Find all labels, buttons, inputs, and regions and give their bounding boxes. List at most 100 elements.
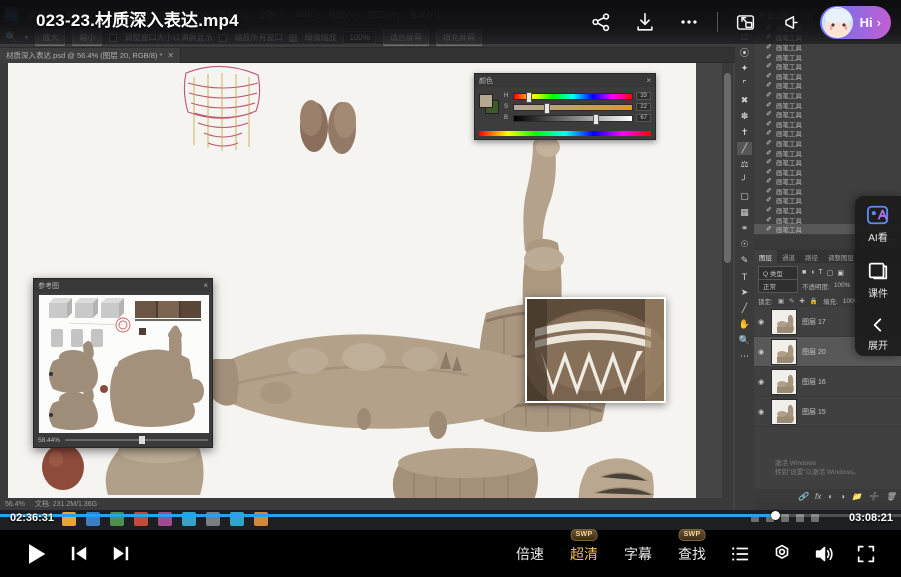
pip-button[interactable] (724, 0, 768, 44)
clone-stamp-tool-icon[interactable]: ⚖ (737, 158, 752, 171)
dodge-tool-icon[interactable]: ☉ (737, 238, 752, 251)
opacity-value[interactable]: 100% (834, 282, 851, 289)
path-select-tool-icon[interactable]: ➤ (737, 286, 752, 299)
fullscreen-button[interactable] (845, 530, 887, 577)
subtitle-button[interactable]: 字幕 (611, 544, 665, 564)
saturation-track[interactable] (513, 104, 633, 111)
hand-tool-icon[interactable]: ✋ (737, 318, 752, 331)
history-item[interactable]: ✐画笔工具 (754, 129, 901, 139)
shape-tool-icon[interactable]: ╱ (737, 302, 752, 315)
lock-image-icon[interactable]: ✎ (789, 297, 794, 305)
cast-button[interactable] (768, 0, 812, 44)
more-button[interactable] (667, 0, 711, 44)
play-button[interactable] (22, 540, 50, 568)
share-button[interactable] (579, 0, 623, 44)
progress-bar-area[interactable] (0, 510, 901, 530)
history-item[interactable]: ✐画笔工具 (754, 148, 901, 158)
layer-visibility-icon[interactable]: ◉ (758, 378, 766, 386)
blur-tool-icon[interactable]: ⚭ (737, 222, 752, 235)
previous-episode-button[interactable] (68, 542, 91, 565)
history-item[interactable]: ✐画笔工具 (754, 90, 901, 100)
layer-filter-kind[interactable]: Q 类型 (758, 266, 798, 280)
ai-watch-button[interactable]: AI看 (866, 204, 890, 244)
tab-layers[interactable]: 图层 (754, 250, 777, 263)
statusbar-zoom[interactable]: 56.4% (5, 501, 25, 508)
brightness-value[interactable]: 67 (636, 114, 651, 122)
close-icon[interactable]: × (646, 76, 651, 85)
gradient-tool-icon[interactable]: ▦ (737, 206, 752, 219)
layer-style-icon[interactable]: fx (815, 492, 821, 501)
delete-layer-icon[interactable]: 🗑 (886, 492, 896, 501)
adjustment-layer-icon[interactable]: ◑ (840, 492, 845, 501)
healing-brush-tool-icon[interactable]: ✝ (737, 126, 752, 139)
canvas-vertical-scrollbar[interactable] (722, 63, 733, 510)
lock-position-icon[interactable]: ✚ (799, 297, 804, 305)
lock-transparent-icon[interactable]: ▣ (778, 297, 784, 305)
layer-thumbnail[interactable] (771, 369, 797, 395)
history-item[interactable]: ✐画笔工具 (754, 177, 901, 187)
brush-tool-icon[interactable]: ╱ (737, 142, 752, 155)
document-tab[interactable]: 材质深入表达.psd @ 56.4% (图层 20, RGB/8) * ✕ (0, 48, 181, 63)
eraser-tool-icon[interactable]: ▢ (737, 190, 752, 203)
history-item[interactable]: ✐画笔工具 (754, 157, 901, 167)
history-item[interactable]: ✐画笔工具 (754, 100, 901, 110)
quick-select-tool-icon[interactable]: ✦ (737, 62, 752, 75)
layer-row[interactable]: ◉图层 16 (754, 367, 901, 397)
layer-thumbnail[interactable] (771, 399, 797, 425)
layer-thumbnail[interactable] (771, 339, 797, 365)
reference-window[interactable]: 参考图 × (33, 278, 213, 448)
download-button[interactable] (623, 0, 667, 44)
tab-adjustments[interactable]: 调整图层 (823, 252, 859, 262)
reference-zoom-handle[interactable] (139, 436, 145, 444)
pen-tool-icon[interactable]: ✎ (737, 254, 752, 267)
history-item[interactable]: ✐画笔工具 (754, 71, 901, 81)
close-icon[interactable]: × (203, 281, 208, 290)
quality-button[interactable]: SWP 超清 (557, 544, 611, 564)
crop-tool-icon[interactable]: ⌜ (737, 78, 752, 91)
search-button[interactable]: SWP 查找 (665, 544, 719, 564)
layer-mask-icon[interactable]: ◐ (828, 492, 833, 501)
saturation-knob[interactable] (544, 103, 550, 114)
filter-adjustment-icon[interactable]: ◑ (810, 269, 814, 276)
foreground-background-swatch[interactable] (479, 94, 499, 114)
brightness-slider-row[interactable]: B 67 (504, 114, 651, 122)
type-tool-icon[interactable]: T (737, 270, 752, 283)
more-tools-icon[interactable]: ⋯ (737, 350, 752, 363)
settings-button[interactable] (761, 530, 803, 577)
color-spectrum-ramp[interactable] (479, 131, 651, 136)
layer-visibility-icon[interactable]: ◉ (758, 318, 766, 326)
eyedropper-tool-icon[interactable]: ✽ (737, 110, 752, 123)
layer-visibility-icon[interactable]: ◉ (758, 408, 766, 416)
slice-tool-icon[interactable]: ✖ (737, 94, 752, 107)
new-layer-icon[interactable]: ➕ (869, 492, 879, 501)
tab-paths[interactable]: 路径 (800, 252, 823, 262)
speed-button[interactable]: 倍速 (503, 544, 557, 564)
filter-type-icon[interactable]: T (818, 269, 822, 276)
history-item[interactable]: ✐画笔工具 (754, 186, 901, 196)
history-item[interactable]: ✐画笔工具 (754, 109, 901, 119)
history-item[interactable]: ✐画笔工具 (754, 138, 901, 148)
hue-value[interactable]: 33 (636, 92, 651, 100)
account-button[interactable]: Hi › (820, 6, 891, 39)
volume-button[interactable] (803, 530, 845, 577)
reference-zoom-slider[interactable] (65, 439, 208, 441)
close-icon[interactable]: ✕ (167, 51, 174, 60)
layer-row[interactable]: ◉图层 15 (754, 397, 901, 427)
blend-mode-select[interactable]: 正常 (758, 279, 798, 293)
filter-shape-icon[interactable]: ▢ (827, 269, 834, 277)
detail-inset-image[interactable] (525, 297, 666, 403)
reference-window-header[interactable]: 参考图 × (34, 279, 212, 292)
lasso-tool-icon[interactable]: ⦿ (737, 46, 752, 59)
next-episode-button[interactable] (109, 542, 132, 565)
link-layers-icon[interactable]: 🔗 (798, 492, 808, 501)
filter-smart-icon[interactable]: ▣ (837, 269, 844, 277)
hue-knob[interactable] (526, 92, 532, 103)
photoshop-canvas[interactable]: 颜色 × H 33 S (0, 63, 735, 510)
history-brush-tool-icon[interactable]: ╯ (737, 174, 752, 187)
history-item[interactable]: ✐画笔工具 (754, 81, 901, 91)
scrollbar-thumb[interactable] (724, 73, 731, 263)
zoom-tool-icon[interactable]: 🔍 (737, 334, 752, 347)
lock-all-icon[interactable]: 🔒 (810, 297, 818, 305)
courseware-button[interactable]: 课件 (867, 260, 889, 300)
saturation-slider-row[interactable]: S 22 (504, 103, 651, 111)
